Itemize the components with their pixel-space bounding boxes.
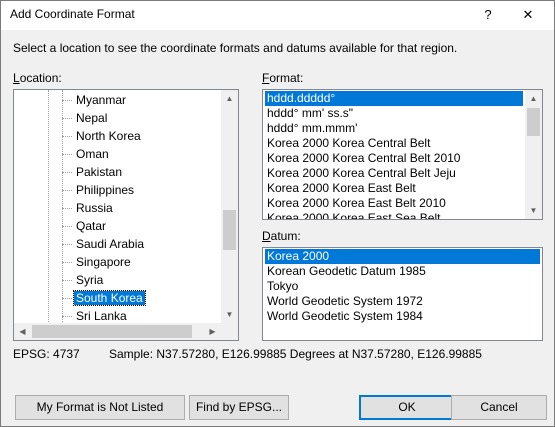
format-list-item[interactable]: Korea 2000 Korea Central Belt 2010: [265, 151, 523, 166]
location-label: Location:: [13, 71, 62, 85]
tree-connector: [62, 262, 72, 263]
format-list-item[interactable]: hddd° mm' ss.s": [265, 106, 523, 121]
tree-connector: [62, 100, 72, 101]
format-label-text: ormat:: [269, 71, 304, 85]
datum-list-item[interactable]: Tokyo: [265, 279, 540, 294]
intro-text: Select a location to see the coordinate …: [13, 41, 458, 55]
tree-item-label: North Korea: [76, 129, 141, 143]
tree-connector: [62, 154, 72, 155]
location-label-mnemonic: L: [13, 71, 20, 85]
format-label: Format:: [262, 71, 303, 85]
tree-connector: [62, 244, 72, 245]
datum-label: Datum:: [262, 229, 301, 243]
location-horizontal-scrollbar[interactable]: ◀ ▶: [14, 323, 221, 340]
tree-connector: [62, 280, 72, 281]
tree-item[interactable]: Oman: [62, 146, 111, 164]
datum-label-mnemonic: D: [262, 229, 271, 243]
ok-button[interactable]: OK: [359, 395, 455, 420]
format-list-item[interactable]: Korea 2000 Korea East Sea Belt: [265, 211, 523, 219]
scroll-down-arrow-icon[interactable]: ▼: [525, 202, 542, 219]
scroll-up-arrow-icon[interactable]: ▲: [525, 90, 542, 107]
tree-item-label: Pakistan: [76, 165, 123, 179]
tree-item-label: Qatar: [76, 219, 107, 233]
tree-item-label: Saudi Arabia: [76, 237, 145, 251]
datum-list-item[interactable]: Korea 2000: [265, 249, 540, 264]
tree-item-label: Myanmar: [76, 93, 127, 107]
datum-listbox[interactable]: Korea 2000 Korean Geodetic Datum 1985 Toky…: [262, 247, 543, 341]
tree-item-label: Sri Lanka: [76, 309, 127, 323]
format-list-item[interactable]: hddd° mm.mmm': [265, 121, 523, 136]
scroll-right-arrow-icon[interactable]: ▶: [204, 323, 221, 340]
tree-guide-line: [48, 90, 49, 330]
sample-text: Sample: N37.57280, E126.99885 Degrees at…: [109, 347, 482, 361]
format-list-item[interactable]: Korea 2000 Korea Central Belt Jeju: [265, 166, 523, 181]
add-coordinate-format-dialog: Add Coordinate Format ? ✕ Select a locat…: [0, 0, 555, 427]
tree-item[interactable]: Singapore: [62, 254, 133, 272]
tree-item[interactable]: South Korea: [62, 290, 146, 308]
tree-item[interactable]: Saudi Arabia: [62, 236, 146, 254]
tree-connector: [62, 208, 72, 209]
tree-guide-line: [62, 90, 63, 330]
format-list-item[interactable]: hddd.ddddd°: [265, 91, 523, 106]
tree-item-label: South Korea: [73, 290, 146, 306]
datum-label-text: atum:: [270, 229, 301, 243]
tree-connector: [62, 118, 72, 119]
scroll-up-arrow-icon[interactable]: ▲: [221, 90, 238, 107]
format-list-item[interactable]: Korea 2000 Korea East Belt 2010: [265, 196, 523, 211]
tree-item[interactable]: Pakistan: [62, 164, 124, 182]
format-listbox[interactable]: hddd.ddddd° hddd° mm' ss.s" hddd° mm.mmm' K…: [262, 89, 543, 220]
tree-connector: [62, 298, 72, 299]
tree-item-label: Syria: [76, 273, 104, 287]
format-list-item[interactable]: Korea 2000 Korea Central Belt: [265, 136, 523, 151]
scroll-left-arrow-icon[interactable]: ◀: [14, 323, 31, 340]
format-vertical-scrollbar[interactable]: ▲ ▼: [525, 90, 542, 219]
tree-connector: [62, 316, 72, 317]
tree-item-label: Oman: [76, 147, 109, 161]
close-button[interactable]: ✕: [511, 1, 545, 30]
datum-list-item[interactable]: World Geodetic System 1984: [265, 309, 540, 324]
title-bar: Add Coordinate Format ? ✕: [1, 1, 554, 30]
tree-connector: [62, 172, 72, 173]
location-label-text: ocation:: [19, 71, 62, 85]
tree-item-label: Russia: [76, 201, 113, 215]
format-list-item[interactable]: Korea 2000 Korea East Belt: [265, 181, 523, 196]
tree-item[interactable]: Qatar: [62, 218, 108, 236]
dialog-title: Add Coordinate Format: [10, 7, 135, 21]
my-format-not-listed-button[interactable]: My Format is Not Listed: [15, 395, 185, 420]
scroll-thumb[interactable]: [527, 108, 540, 136]
scroll-thumb[interactable]: [32, 325, 192, 338]
tree-item[interactable]: Myanmar: [62, 92, 128, 110]
tree-connector: [62, 136, 72, 137]
epsg-code: EPSG: 4737: [13, 347, 80, 361]
tree-item-label: Nepal: [76, 111, 108, 125]
location-tree[interactable]: Myanmar Nepal North Korea Oman Pakistan Phili…: [13, 89, 239, 341]
tree-connector: [62, 226, 72, 227]
tree-item[interactable]: Nepal: [62, 110, 109, 128]
tree-connector: [62, 190, 72, 191]
scroll-thumb[interactable]: [223, 210, 236, 250]
datum-list-item[interactable]: World Geodetic System 1972: [265, 294, 540, 309]
tree-item[interactable]: Philippines: [62, 182, 136, 200]
tree-item[interactable]: North Korea: [62, 128, 143, 146]
help-button[interactable]: ?: [471, 1, 505, 30]
scroll-corner: [221, 323, 238, 340]
tree-item[interactable]: Syria: [62, 272, 105, 290]
cancel-button[interactable]: Cancel: [451, 395, 547, 420]
scroll-down-arrow-icon[interactable]: ▼: [221, 306, 238, 323]
location-vertical-scrollbar[interactable]: ▲ ▼: [221, 90, 238, 323]
find-by-epsg-button[interactable]: Find by EPSG...: [189, 395, 289, 420]
tree-item-label: Philippines: [76, 183, 135, 197]
tree-item-label: Singapore: [76, 255, 131, 269]
tree-item[interactable]: Russia: [62, 200, 115, 218]
datum-list-item[interactable]: Korean Geodetic Datum 1985: [265, 264, 540, 279]
